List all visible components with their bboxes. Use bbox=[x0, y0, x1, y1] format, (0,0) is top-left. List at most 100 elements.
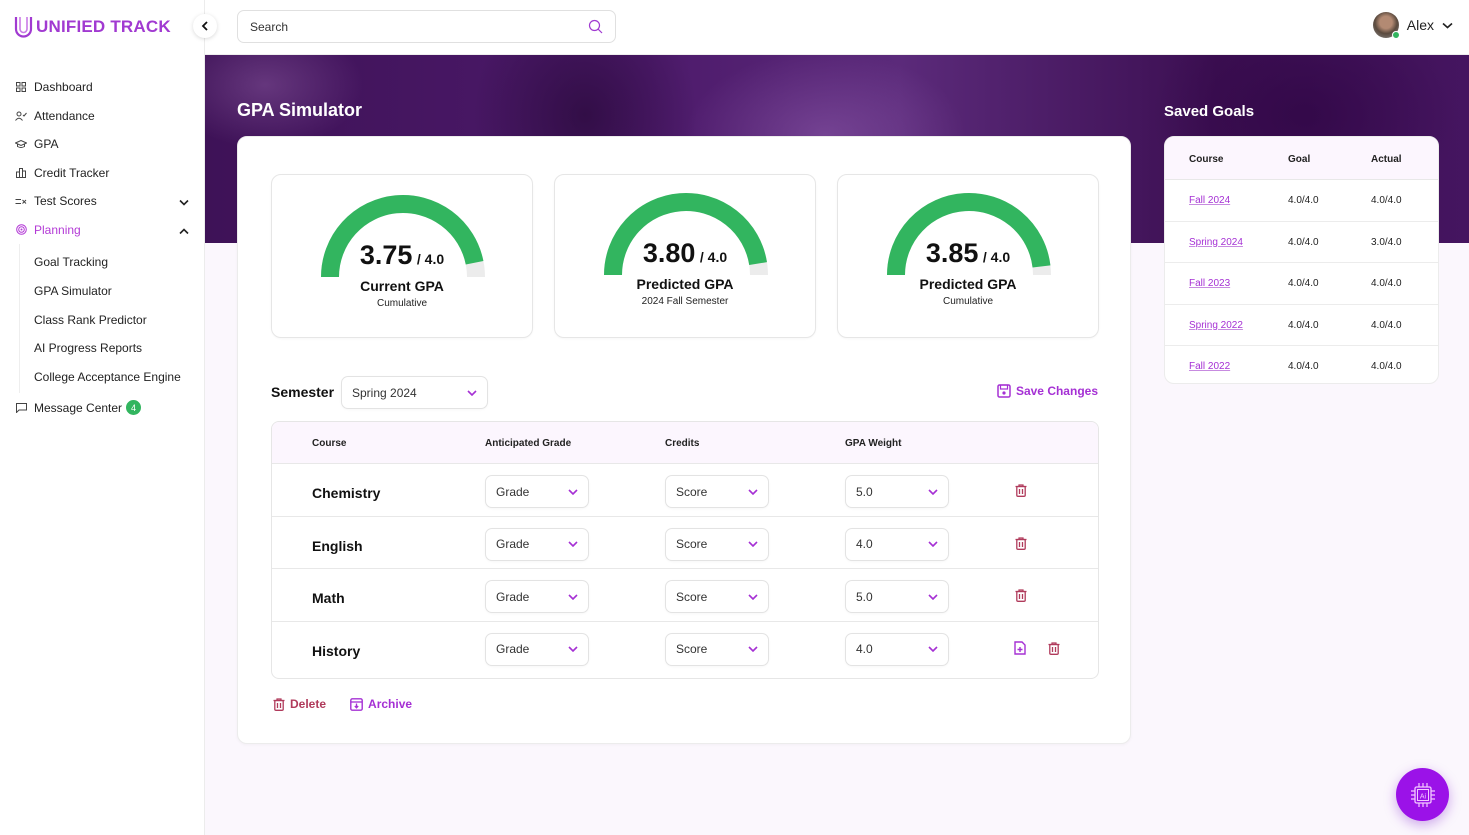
gpa-weight-select[interactable]: 5.0 bbox=[845, 475, 949, 508]
chevron-down-icon bbox=[748, 646, 758, 652]
gpa-weight-select[interactable]: 4.0 bbox=[845, 632, 949, 666]
chevron-down-icon[interactable] bbox=[179, 195, 189, 209]
select-value: 5.0 bbox=[856, 589, 873, 604]
chevron-down-icon bbox=[928, 541, 938, 547]
sidebar-item-gpa[interactable]: GPA bbox=[0, 130, 205, 159]
credits-select[interactable]: Score bbox=[665, 527, 769, 561]
credits-select[interactable]: Score bbox=[665, 632, 769, 666]
trash-icon[interactable] bbox=[1048, 641, 1060, 660]
goal-value: 4.0/4.0 bbox=[1288, 195, 1319, 206]
chevron-down-icon bbox=[568, 646, 578, 652]
sidebar-item-planning[interactable]: Planning bbox=[0, 216, 205, 245]
actual-value: 4.0/4.0 bbox=[1371, 195, 1402, 206]
gpa-weight-select[interactable]: 4.0 bbox=[845, 527, 949, 561]
gauge-label: Predicted GPA bbox=[636, 276, 734, 292]
anticipated-grade-select[interactable]: Grade bbox=[485, 632, 589, 666]
sidebar-item-label: Planning bbox=[34, 222, 81, 237]
avatar[interactable] bbox=[1372, 12, 1400, 39]
sidebar-subitem-gpa-simulator[interactable]: GPA Simulator bbox=[20, 277, 205, 306]
gauge-card-current-gpa: 3.75 / 4.0 Current GPA Cumulative bbox=[271, 174, 533, 338]
table-row: Chemistry Grade Score 5.0 bbox=[272, 464, 1098, 517]
goal-course-link[interactable]: Spring 2024 bbox=[1189, 237, 1243, 248]
user-menu[interactable]: Alex bbox=[1372, 12, 1453, 39]
trash-icon[interactable] bbox=[1015, 484, 1027, 502]
sidebar-item-test-scores[interactable]: Test Scores bbox=[0, 187, 205, 216]
anticipated-grade-select[interactable]: Grade bbox=[485, 527, 589, 561]
graduation-cap-icon bbox=[15, 138, 27, 150]
select-value: Grade bbox=[496, 484, 530, 499]
chevron-up-icon[interactable] bbox=[179, 224, 189, 238]
semester-select[interactable]: Spring 2024 bbox=[341, 376, 488, 409]
anticipated-grade-select[interactable]: Grade bbox=[485, 475, 589, 508]
sidebar-subitem-college-acceptance-engine[interactable]: College Acceptance Engine bbox=[20, 363, 205, 392]
app-logo[interactable]: UNIFIED TRACK bbox=[14, 15, 171, 39]
collapse-sidebar-button[interactable] bbox=[193, 14, 217, 38]
column-header-course: Course bbox=[1189, 154, 1224, 165]
goal-value: 4.0/4.0 bbox=[1288, 361, 1319, 372]
message-icon bbox=[15, 402, 27, 414]
sidebar-subitem-class-rank-predictor[interactable]: Class Rank Predictor bbox=[20, 305, 205, 334]
chevron-down-icon bbox=[928, 593, 938, 600]
chevron-down-icon bbox=[748, 593, 758, 600]
column-header-credits: Credits bbox=[665, 438, 700, 449]
ai-assistant-button[interactable]: Ai bbox=[1396, 768, 1449, 821]
column-header-course: Course bbox=[312, 438, 347, 449]
sidebar-subitem-ai-progress-reports[interactable]: AI Progress Reports bbox=[20, 334, 205, 363]
chevron-down-icon[interactable] bbox=[1442, 22, 1453, 29]
sidebar-item-dashboard[interactable]: Dashboard bbox=[0, 73, 205, 102]
sidebar-item-credit-tracker[interactable]: Credit Tracker bbox=[0, 159, 205, 188]
sidebar-subitem-goal-tracking[interactable]: Goal Tracking bbox=[20, 248, 205, 277]
courses-table: Course Anticipated Grade Credits GPA Wei… bbox=[271, 421, 1099, 679]
target-icon bbox=[15, 224, 27, 236]
goal-value: 4.0/4.0 bbox=[1288, 319, 1319, 331]
chevron-down-icon bbox=[748, 541, 758, 547]
goal-course-link[interactable]: Spring 2022 bbox=[1189, 320, 1243, 331]
search-input[interactable] bbox=[250, 19, 588, 34]
chevron-down-icon bbox=[467, 389, 477, 396]
chevron-down-icon bbox=[928, 488, 938, 495]
credits-select[interactable]: Score bbox=[665, 475, 769, 508]
delete-button[interactable]: Delete bbox=[273, 697, 326, 711]
goal-value: 4.0/4.0 bbox=[1288, 236, 1319, 248]
search-box[interactable] bbox=[237, 10, 616, 43]
planning-subnav: Goal Tracking GPA Simulator Class Rank P… bbox=[19, 244, 205, 394]
trash-icon[interactable] bbox=[1015, 589, 1027, 607]
sidebar-item-message-center[interactable]: Message Center 4 bbox=[0, 393, 205, 422]
goal-course-link[interactable]: Fall 2022 bbox=[1189, 361, 1230, 372]
sidebar-item-attendance[interactable]: Attendance bbox=[0, 102, 205, 131]
gauge-number: 3.75 bbox=[359, 240, 413, 270]
column-header-gpa-weight: GPA Weight bbox=[845, 438, 902, 449]
sidebar-nav: Dashboard Attendance GPA Credit Tracker … bbox=[0, 73, 205, 422]
gauge-label: Current GPA bbox=[360, 278, 444, 294]
archive-button[interactable]: Archive bbox=[350, 697, 412, 711]
select-value: Grade bbox=[496, 589, 530, 604]
gpa-weight-select[interactable]: 5.0 bbox=[845, 580, 949, 613]
actual-value: 4.0/4.0 bbox=[1371, 319, 1402, 331]
save-icon bbox=[997, 384, 1011, 398]
gauge-max: / 4.0 bbox=[982, 249, 1011, 265]
select-value: 4.0 bbox=[856, 642, 873, 656]
anticipated-grade-select[interactable]: Grade bbox=[485, 580, 589, 613]
actual-value: 3.0/4.0 bbox=[1371, 236, 1402, 248]
trash-icon[interactable] bbox=[1015, 536, 1027, 555]
goal-row: Spring 2022 4.0/4.0 4.0/4.0 bbox=[1165, 305, 1438, 346]
sidebar-item-label: Test Scores bbox=[34, 194, 97, 209]
add-document-icon[interactable] bbox=[1014, 640, 1026, 660]
save-changes-label: Save Changes bbox=[1015, 384, 1098, 398]
column-header-anticipated-grade: Anticipated Grade bbox=[485, 438, 572, 449]
search-icon[interactable] bbox=[588, 19, 603, 34]
goals-table-header: Course Goal Actual bbox=[1165, 137, 1438, 180]
chevron-down-icon bbox=[568, 593, 578, 600]
credits-select[interactable]: Score bbox=[665, 580, 769, 613]
goal-row: Fall 2024 4.0/4.0 4.0/4.0 bbox=[1165, 180, 1438, 222]
select-value: Grade bbox=[496, 642, 530, 656]
trash-icon bbox=[273, 697, 285, 711]
actual-value: 4.0/4.0 bbox=[1371, 278, 1402, 289]
gauge-value: 3.80 / 4.0 bbox=[555, 238, 815, 269]
goal-course-link[interactable]: Fall 2024 bbox=[1189, 195, 1230, 206]
goal-row: Fall 2023 4.0/4.0 4.0/4.0 bbox=[1165, 263, 1438, 305]
save-changes-button[interactable]: Save Changes bbox=[997, 384, 1098, 398]
dashboard-icon bbox=[15, 81, 27, 93]
sidebar-item-label: Dashboard bbox=[34, 80, 93, 95]
goal-course-link[interactable]: Fall 2023 bbox=[1189, 278, 1230, 289]
